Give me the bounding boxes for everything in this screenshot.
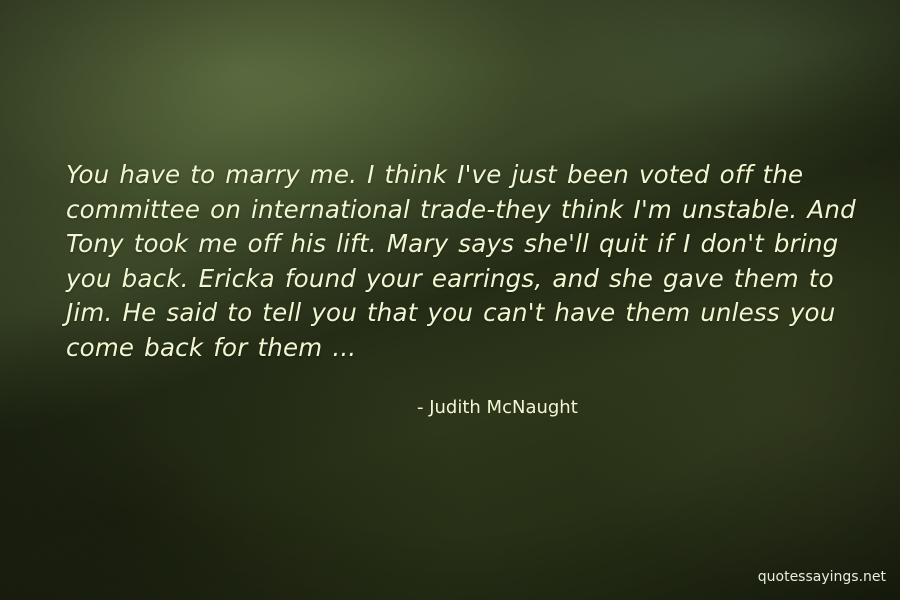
quote-author: - Judith McNaught — [417, 397, 578, 418]
quote-text: You have to marry me. I think I've just … — [66, 160, 856, 362]
site-watermark: quotessayings.net — [757, 569, 886, 585]
